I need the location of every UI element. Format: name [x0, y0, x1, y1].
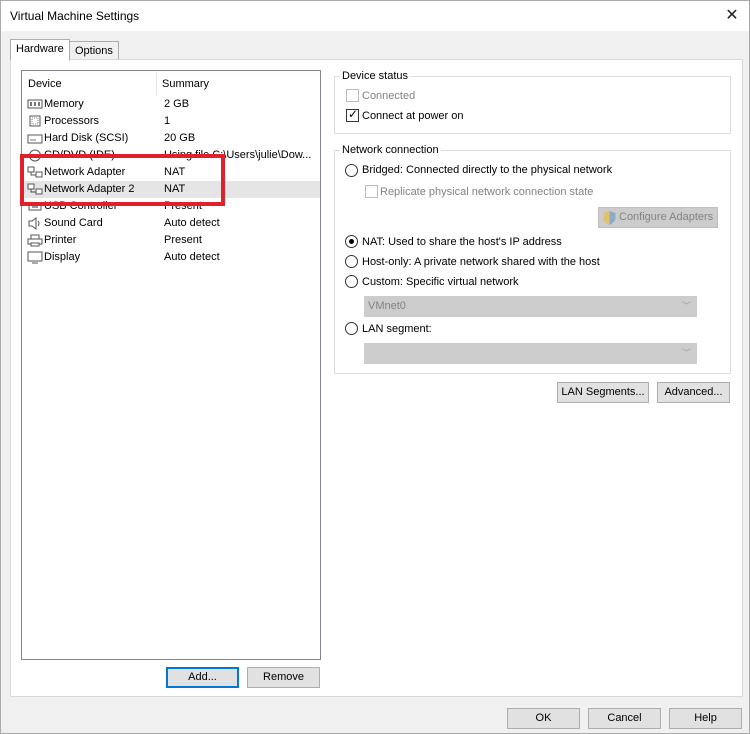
configure-adapters-button[interactable]: Configure Adapters: [598, 207, 718, 228]
printer-icon: [27, 234, 43, 247]
close-icon[interactable]: ✕: [721, 5, 743, 27]
device-summary: 2 GB: [164, 98, 190, 110]
bridged-radio[interactable]: [345, 164, 358, 177]
configure-adapters-label: Configure Adapters: [619, 211, 714, 223]
replicate-checkbox[interactable]: [365, 185, 378, 198]
custom-network-value: VMnet0: [368, 300, 406, 312]
connected-checkbox[interactable]: [346, 89, 359, 102]
device-name: Hard Disk (SCSI): [44, 132, 129, 144]
device-summary: 1: [164, 115, 171, 127]
speaker-icon: [28, 217, 40, 230]
advanced-button[interactable]: Advanced...: [657, 382, 730, 403]
lan-segment-select[interactable]: ﹀: [364, 343, 697, 364]
host-only-label: Host-only: A private network shared with…: [362, 256, 600, 268]
custom-radio[interactable]: [345, 275, 358, 288]
host-only-radio[interactable]: [345, 255, 358, 268]
tab-options[interactable]: Options: [69, 41, 119, 61]
lan-segment-label: LAN segment:: [362, 323, 432, 335]
device-summary: Auto detect: [164, 251, 220, 263]
custom-network-select[interactable]: VMnet0 ﹀: [364, 296, 697, 317]
device-status-title: Device status: [340, 70, 411, 82]
device-name: Processors: [44, 115, 100, 127]
lan-segments-button[interactable]: LAN Segments...: [557, 382, 649, 403]
shield-icon: [603, 211, 616, 225]
connected-label: Connected: [362, 90, 416, 102]
device-row-processors[interactable]: Processors 1: [24, 113, 320, 130]
highlight-annotation-box: [20, 154, 225, 206]
connect-at-power-on-checkbox[interactable]: ✓: [346, 107, 359, 122]
device-row-hard-disk[interactable]: Hard Disk (SCSI) 20 GB: [24, 130, 320, 147]
network-connection-title: Network connection: [340, 144, 441, 156]
help-button[interactable]: Help: [669, 708, 742, 729]
radio-dot: [349, 239, 354, 244]
vm-settings-window: Virtual Machine Settings ✕ Hardware Opti…: [0, 0, 750, 734]
nat-radio[interactable]: [345, 235, 358, 248]
column-divider[interactable]: [156, 73, 157, 95]
replicate-label: Replicate physical network connection st…: [380, 186, 594, 198]
summary-column-header[interactable]: Summary: [162, 78, 209, 90]
device-row-memory[interactable]: Memory 2 GB: [24, 96, 320, 113]
device-summary: 20 GB: [164, 132, 196, 144]
cancel-button[interactable]: Cancel: [588, 708, 661, 729]
custom-label: Custom: Specific virtual network: [362, 276, 519, 288]
bridged-label: Bridged: Connected directly to the physi…: [362, 164, 613, 176]
ok-button[interactable]: OK: [507, 708, 580, 729]
checkmark-icon: ✓: [348, 107, 359, 121]
hard-disk-icon: [27, 134, 43, 144]
tab-hardware[interactable]: Hardware: [10, 39, 70, 61]
device-name: Memory: [44, 98, 84, 110]
device-row-printer[interactable]: Printer Present: [24, 232, 320, 249]
remove-button[interactable]: Remove: [247, 667, 320, 688]
memory-icon: [27, 99, 43, 109]
device-name: Printer: [44, 234, 77, 246]
add-button[interactable]: Add...: [166, 667, 239, 688]
device-name: Display: [44, 251, 81, 263]
device-row-display[interactable]: Display Auto detect: [24, 249, 320, 266]
chevron-down-icon: ﹀: [681, 348, 691, 358]
nat-label: NAT: Used to share the host's IP address: [362, 236, 562, 248]
device-status-group: Device status: [334, 70, 731, 134]
chevron-down-icon: ﹀: [681, 301, 691, 311]
device-column-header[interactable]: Device: [28, 78, 62, 90]
processor-icon: [29, 115, 41, 127]
device-summary: Present: [164, 234, 202, 246]
connect-at-power-on-label: Connect at power on: [362, 110, 464, 122]
device-row-sound-card[interactable]: Sound Card Auto detect: [24, 215, 320, 232]
device-name: Sound Card: [44, 217, 103, 229]
title-bar: Virtual Machine Settings ✕: [1, 1, 749, 31]
window-title: Virtual Machine Settings: [10, 9, 140, 23]
monitor-icon: [27, 251, 43, 264]
lan-segment-radio[interactable]: [345, 322, 358, 335]
device-summary: Auto detect: [164, 217, 220, 229]
